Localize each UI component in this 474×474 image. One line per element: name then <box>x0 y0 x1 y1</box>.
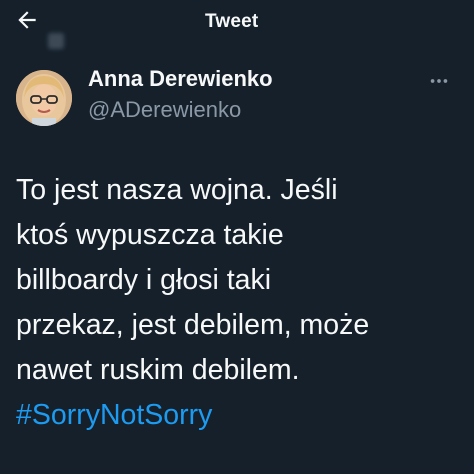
more-horizontal-icon <box>428 70 450 97</box>
blurred-context-row <box>48 30 278 52</box>
blurred-context-text <box>80 33 84 50</box>
tweet-line: ktoś wypuszcza takie <box>16 219 284 251</box>
more-options-button[interactable] <box>426 70 452 96</box>
tweet-line: przekaz, jest debilem, może <box>16 309 370 341</box>
tweet-line: billboardy i głosi taki <box>16 264 272 296</box>
tweet-line: To jest nasza wojna. Jeśli <box>16 174 338 206</box>
back-button[interactable] <box>12 8 42 36</box>
avatar[interactable] <box>16 70 72 126</box>
arrow-left-icon <box>14 7 40 38</box>
hashtag-link[interactable]: #SorryNotSorry <box>16 393 456 438</box>
blurred-translate-link[interactable] <box>16 458 21 474</box>
author-display-name[interactable]: Anna Derewienko <box>88 66 273 92</box>
avatar-photo <box>16 70 72 126</box>
retweet-context-icon <box>48 33 64 49</box>
author-handle[interactable]: @ADerewienko <box>88 97 241 123</box>
tweet-line: nawet ruskim debilem. <box>16 354 300 386</box>
tweet-text: To jest nasza wojna. Jeśli ktoś wypuszcz… <box>16 168 456 438</box>
